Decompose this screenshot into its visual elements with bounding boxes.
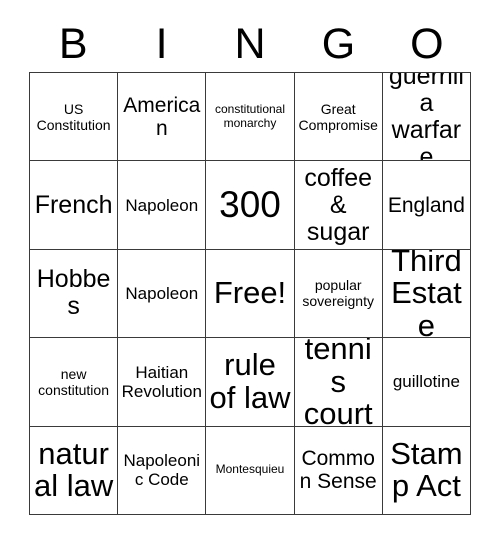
bingo-cell-n5[interactable]: Montesquieu — [206, 426, 295, 515]
bingo-cell-o4[interactable]: guillotine — [382, 338, 471, 427]
bingo-cell-label: England — [387, 193, 465, 217]
bingo-cell-b4[interactable]: new constitution — [30, 338, 119, 427]
bingo-cell-b2[interactable]: French — [30, 161, 119, 250]
bingo-header-row: B I N G O — [29, 16, 471, 72]
bingo-grid: US Constitution American constitutional … — [29, 72, 471, 515]
bingo-cell-i3[interactable]: Napoleon — [118, 249, 207, 339]
bingo-header-letter-b: B — [58, 19, 88, 68]
bingo-cell-label: US Constitution — [36, 100, 111, 133]
bingo-cell-label: tennis court — [303, 338, 373, 427]
bingo-cell-label: French — [34, 190, 113, 219]
bingo-header-letter-o: O — [410, 19, 444, 68]
bingo-cell-i4[interactable]: Haitian Revolution — [118, 338, 207, 427]
bingo-cell-n1[interactable]: constitutional monarchy — [206, 73, 295, 162]
bingo-cell-label: natural law — [33, 435, 114, 504]
bingo-cell-label: constitutional monarchy — [214, 101, 286, 130]
bingo-cell-o2[interactable]: England — [382, 161, 471, 250]
bingo-cell-label: Stamp Act — [390, 435, 463, 504]
bingo-cell-b1[interactable]: US Constitution — [30, 73, 119, 162]
bingo-cell-g2[interactable]: coffee & sugar — [294, 161, 383, 250]
bingo-header-letter-g: G — [321, 19, 356, 68]
bingo-cell-b5[interactable]: natural law — [30, 426, 119, 515]
bingo-cell-label: American — [123, 93, 201, 140]
bingo-cell-label: Common Sense — [299, 447, 377, 494]
bingo-cell-i2[interactable]: Napoleon — [118, 161, 207, 250]
bingo-cell-label: Haitian Revolution — [121, 362, 202, 401]
bingo-cell-label: Napoleonic Code — [123, 451, 201, 490]
bingo-cell-label: 300 — [219, 184, 281, 226]
bingo-cell-o1[interactable]: guerrilla warfare — [382, 73, 471, 162]
bingo-cell-b3[interactable]: Hobbes — [30, 249, 119, 339]
bingo-cell-o5[interactable]: Stamp Act — [382, 426, 471, 515]
bingo-cell-o3[interactable]: Third Estate — [382, 249, 471, 339]
bingo-cell-label: new constitution — [38, 365, 109, 398]
bingo-header-letter-i: I — [155, 19, 168, 68]
bingo-cell-n2[interactable]: 300 — [206, 161, 295, 250]
bingo-cell-label: Third Estate — [391, 249, 462, 339]
bingo-cell-label: guillotine — [392, 372, 460, 392]
bingo-cell-label: Napoleon — [125, 283, 199, 303]
bingo-cell-g5[interactable]: Common Sense — [294, 426, 383, 515]
bingo-cell-i1[interactable]: American — [118, 73, 207, 162]
bingo-cell-g4[interactable]: tennis court — [294, 338, 383, 427]
bingo-cell-i5[interactable]: Napoleonic Code — [118, 426, 207, 515]
bingo-cell-free-space[interactable]: Free! — [206, 249, 295, 339]
bingo-cell-label: rule of law — [209, 347, 291, 415]
bingo-cell-label: Great Compromise — [298, 100, 378, 133]
bingo-cell-g1[interactable]: Great Compromise — [294, 73, 383, 162]
bingo-cell-label: Montesquieu — [215, 462, 285, 477]
bingo-free-space-label: Free! — [213, 275, 287, 311]
bingo-cell-label: guerrilla warfare — [388, 73, 464, 162]
bingo-cell-label: Napoleon — [125, 195, 199, 215]
bingo-cell-g3[interactable]: popular sovereignty — [294, 249, 383, 339]
bingo-cell-label: coffee & sugar — [304, 163, 373, 246]
bingo-cell-n4[interactable]: rule of law — [206, 338, 295, 427]
bingo-cell-label: popular sovereignty — [302, 277, 374, 310]
bingo-header-letter-n: N — [234, 19, 266, 68]
bingo-card: B I N G O US Constitution American const… — [0, 0, 500, 544]
bingo-cell-label: Hobbes — [36, 265, 111, 321]
